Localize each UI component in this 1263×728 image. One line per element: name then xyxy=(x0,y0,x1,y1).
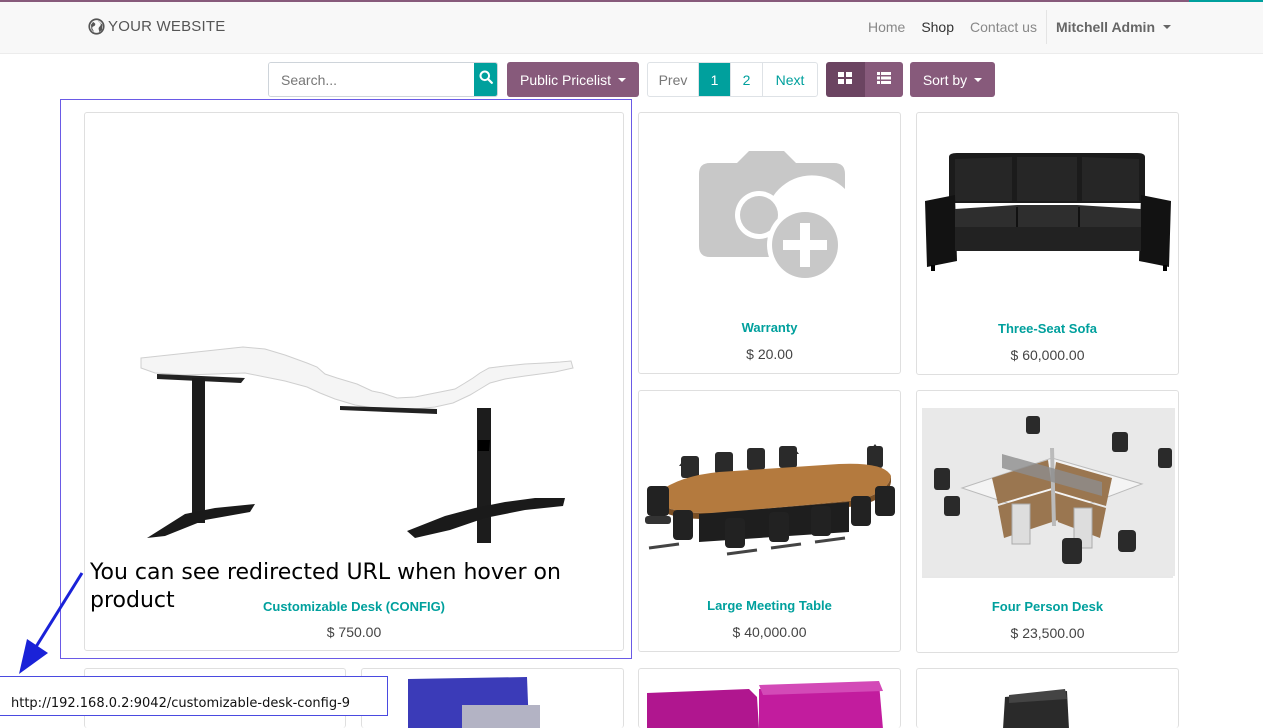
product-name[interactable]: Large Meeting Table xyxy=(639,598,900,613)
product-price: $ 60,000.00 xyxy=(1010,347,1085,363)
nav-home[interactable]: Home xyxy=(868,19,905,35)
product-name[interactable]: Warranty xyxy=(639,320,900,335)
sort-by-label: Sort by xyxy=(922,71,968,88)
grid-view-button[interactable] xyxy=(826,62,865,97)
black-chair-image xyxy=(1003,689,1069,728)
user-name: Mitchell Admin xyxy=(1055,19,1155,35)
camera-placeholder-icon xyxy=(639,143,900,293)
chevron-down-icon xyxy=(974,77,983,82)
pager-next[interactable]: Next xyxy=(763,63,817,96)
brand-logo[interactable]: YOUR WEBSITE xyxy=(88,18,225,35)
view-toggle xyxy=(826,62,903,97)
main-nav: Home Shop Contact us Mitchell Admin xyxy=(852,10,1171,44)
panel-image xyxy=(408,677,540,728)
search-icon xyxy=(479,70,493,89)
grid-icon xyxy=(838,71,853,89)
pager-prev[interactable]: Prev xyxy=(648,63,699,96)
black-sofa-image xyxy=(917,143,1178,293)
list-view-button[interactable] xyxy=(864,62,903,97)
pricelist-label: Public Pricelist xyxy=(519,71,612,88)
brand-name: YOUR WEBSITE xyxy=(108,18,226,35)
product-card-three-seat-sofa[interactable]: Three-Seat Sofa $ 60,000.00 xyxy=(916,112,1179,375)
product-card[interactable] xyxy=(361,668,624,728)
product-card-large-meeting-table[interactable]: Large Meeting Table $ 40,000.00 xyxy=(638,390,901,652)
chevron-down-icon xyxy=(618,77,627,82)
search-button[interactable] xyxy=(474,63,497,96)
chevron-down-icon xyxy=(1163,25,1171,29)
office-workstation-image xyxy=(922,408,1175,578)
nav-contact-us[interactable]: Contact us xyxy=(970,19,1037,35)
annotation-note: You can see redirected URL when hover on… xyxy=(90,560,561,613)
nav-shop[interactable]: Shop xyxy=(921,19,954,35)
product-card[interactable] xyxy=(638,668,901,728)
product-price: $ 20.00 xyxy=(746,346,793,362)
pager-page-1[interactable]: 1 xyxy=(699,63,731,96)
user-menu[interactable]: Mitchell Admin xyxy=(1056,19,1171,35)
pager: Prev 1 2 Next xyxy=(647,62,818,97)
product-name[interactable]: Three-Seat Sofa xyxy=(917,321,1178,336)
product-card-four-person-desk[interactable]: Four Person Desk $ 23,500.00 xyxy=(916,390,1179,653)
pager-page-2[interactable]: 2 xyxy=(731,63,763,96)
product-price: $ 23,500.00 xyxy=(1010,625,1085,641)
globe-icon xyxy=(88,18,105,35)
product-name[interactable]: Four Person Desk xyxy=(917,599,1178,614)
pricelist-dropdown[interactable]: Public Pricelist xyxy=(507,62,639,97)
magenta-furniture-image xyxy=(647,681,883,728)
product-price: $ 40,000.00 xyxy=(732,624,807,640)
product-card-warranty[interactable]: Warranty $ 20.00 xyxy=(638,112,901,374)
nav-divider xyxy=(1045,10,1047,44)
search-box xyxy=(268,62,498,97)
product-card[interactable] xyxy=(916,668,1179,728)
list-icon xyxy=(876,71,891,89)
status-bar-url: http://192.168.0.2:9042/customizable-des… xyxy=(0,676,388,716)
search-input[interactable] xyxy=(269,63,474,96)
site-header: YOUR WEBSITE Home Shop Contact us Mitche… xyxy=(0,2,1263,54)
meeting-table-image xyxy=(639,436,900,566)
sort-by-dropdown[interactable]: Sort by xyxy=(910,62,995,97)
